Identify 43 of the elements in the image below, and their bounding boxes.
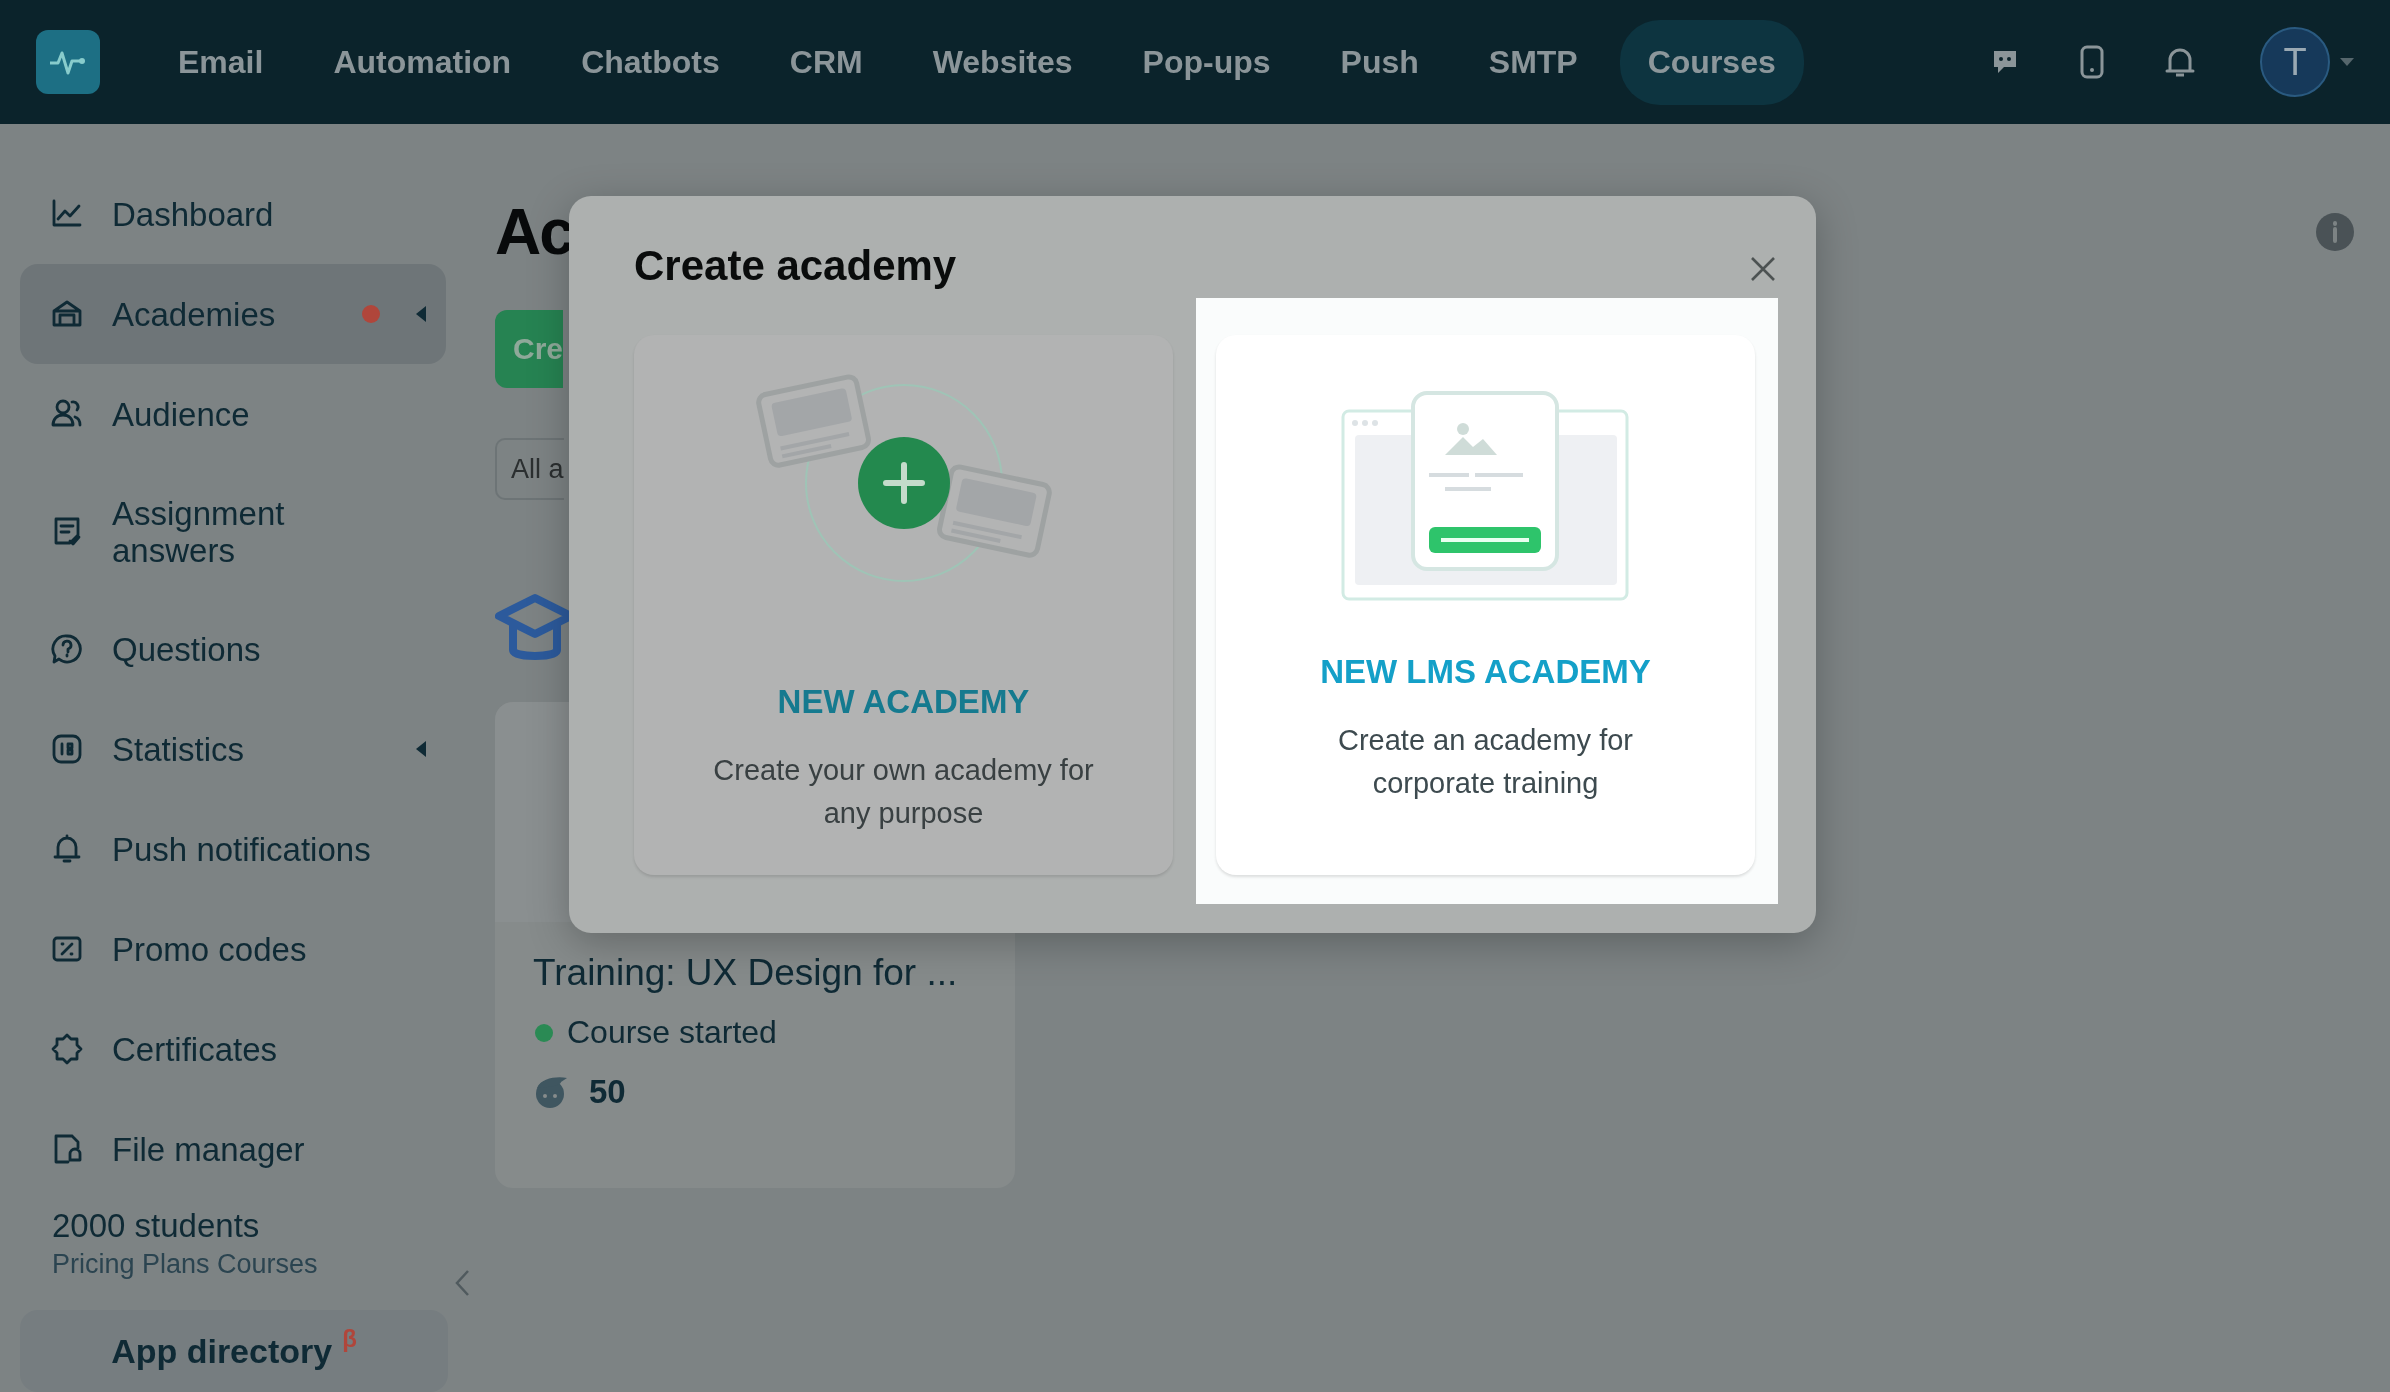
- sidebar-item[interactable]: File manager: [20, 1099, 446, 1199]
- sidebar-item[interactable]: Dashboard: [20, 164, 446, 264]
- plan-title: 2000 students: [52, 1207, 261, 1245]
- menu-item-icon: [50, 632, 84, 666]
- page-heading: Ac: [495, 195, 573, 270]
- status-dot: [535, 1023, 553, 1042]
- nav-tab[interactable]: SMTP: [1460, 19, 1606, 105]
- student-count: 50: [589, 1073, 626, 1111]
- student-icon: [533, 1074, 569, 1110]
- option-title: NEW LMS ACADEMY: [1320, 653, 1651, 691]
- sidebar-item[interactable]: Questions: [20, 599, 446, 699]
- option-card[interactable]: NEW ACADEMY Create your own academy for any purpose: [634, 335, 1173, 875]
- close-icon[interactable]: [1750, 256, 1776, 282]
- course-status: Course started: [567, 1014, 777, 1051]
- sidebar-item[interactable]: Academies: [20, 264, 446, 364]
- nav-tab[interactable]: Pop-ups: [1114, 19, 1299, 105]
- filter-dropdown[interactable]: All a: [495, 438, 564, 500]
- sidebar-item[interactable]: Statistics: [20, 699, 446, 799]
- caret-icon[interactable]: [2340, 58, 2354, 66]
- nav-tab[interactable]: Courses: [1619, 19, 1804, 105]
- sidebar-item[interactable]: Audience: [20, 364, 446, 464]
- sidebar-item[interactable]: Promo codes: [20, 899, 446, 999]
- nav-tab[interactable]: Automation: [305, 19, 540, 105]
- option-description: Create an academy for corporate training: [1337, 723, 1634, 801]
- logo-icon[interactable]: [36, 30, 100, 94]
- option-card[interactable]: NEW LMS ACADEMY Create an academy for corporate training: [1216, 335, 1755, 875]
- modal-title: Create academy: [634, 241, 957, 291]
- course-title: Training: UX Design for ...: [533, 952, 958, 994]
- sidebar-item[interactable]: Certificates: [20, 999, 446, 1099]
- nav-tab[interactable]: CRM: [761, 19, 891, 105]
- nav-tab[interactable]: Websites: [904, 19, 1101, 105]
- sidebar-item[interactable]: Assignment answers: [20, 464, 446, 599]
- app-directory-button[interactable]: App directory $^{β}$: [20, 1310, 448, 1392]
- phone-icon[interactable]: [2080, 45, 2104, 79]
- sidebar-item[interactable]: Push notifications: [20, 799, 446, 899]
- menu-item-icon: [50, 1032, 84, 1066]
- nav-tab[interactable]: Push: [1312, 19, 1447, 105]
- user-avatar[interactable]: T: [2260, 27, 2330, 97]
- menu-item-icon: [50, 732, 84, 766]
- nav-tab[interactable]: Email: [150, 19, 292, 105]
- plan-subtitle: Pricing Plans Courses: [52, 1249, 319, 1280]
- beta-label: β: [342, 1325, 357, 1353]
- nav-tab[interactable]: Chatbots: [553, 19, 748, 105]
